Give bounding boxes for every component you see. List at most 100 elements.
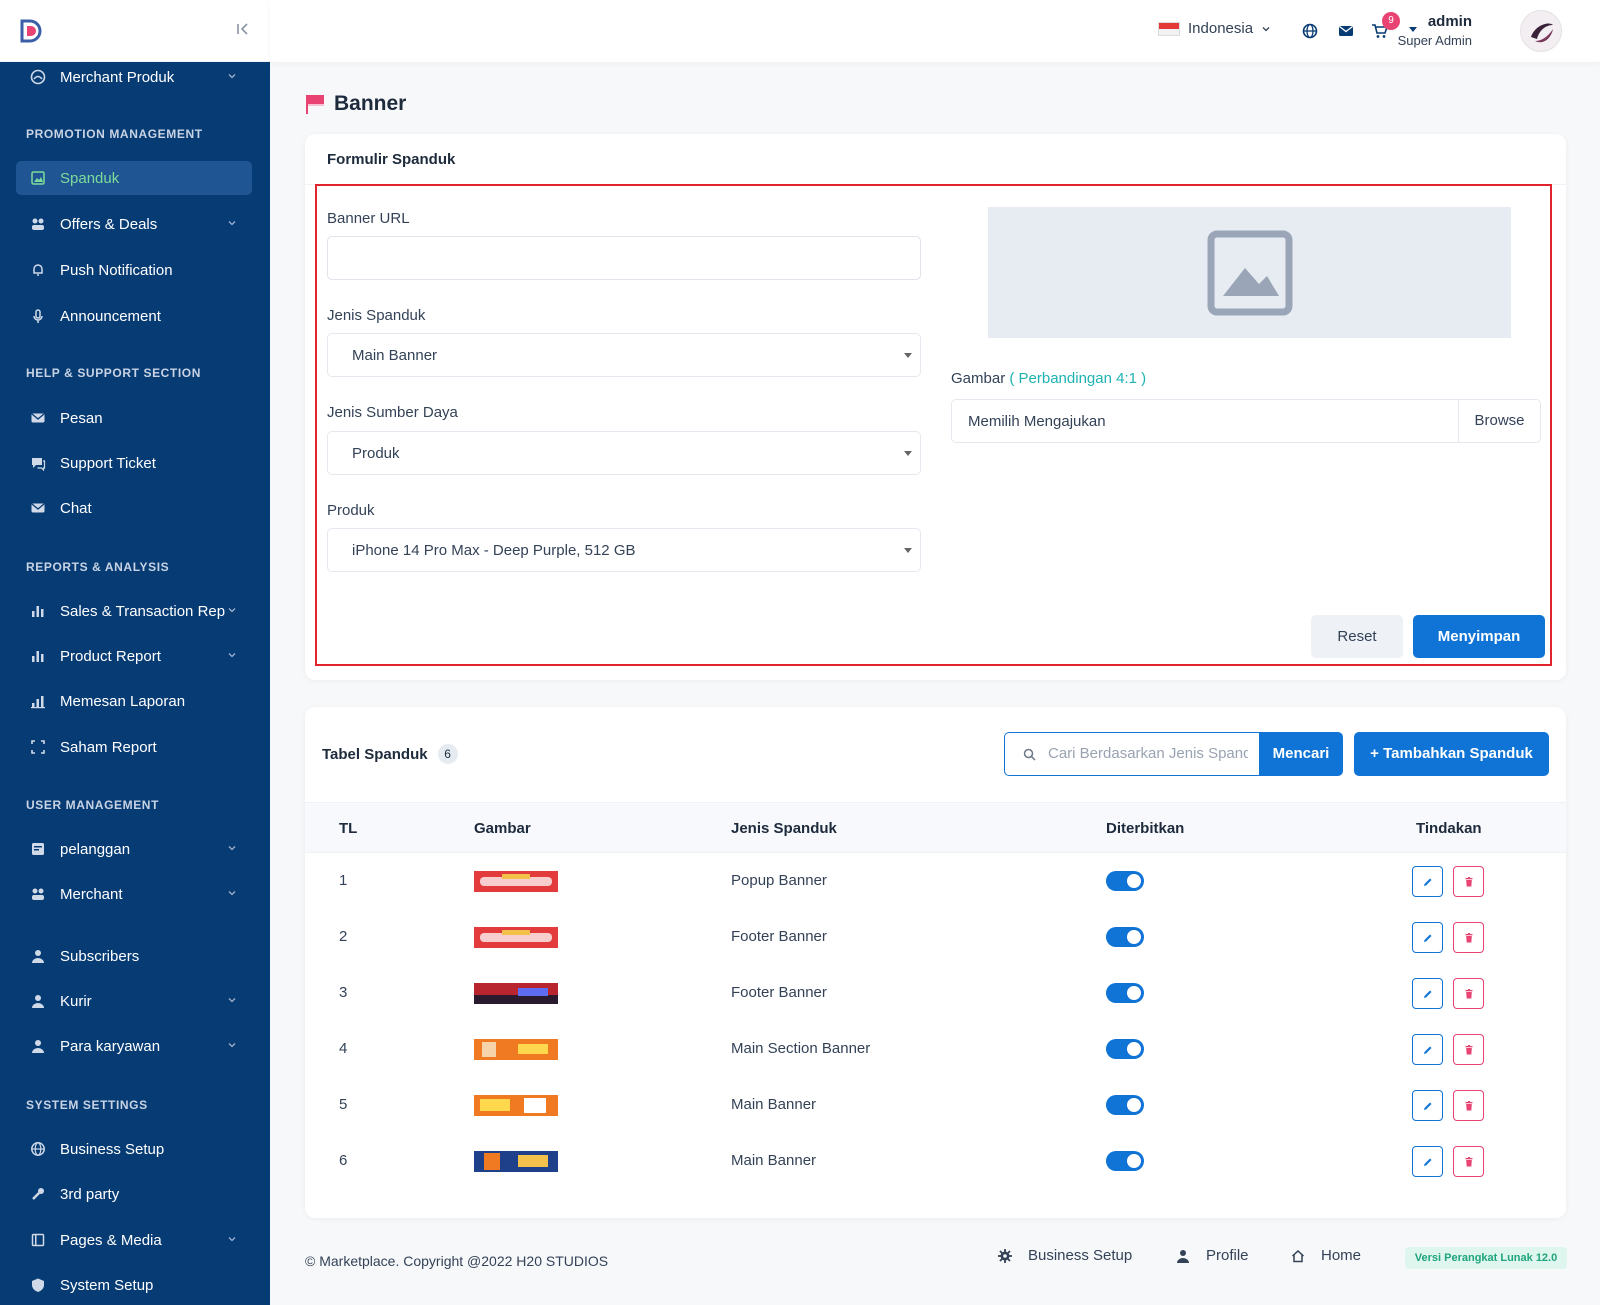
edit-button[interactable] [1412, 866, 1443, 897]
tool-icon [30, 1186, 46, 1202]
sidebar-item-product-report[interactable]: Product Report [16, 639, 252, 673]
row-banner-type: Footer Banner [731, 928, 827, 945]
column-header: Jenis Spanduk [731, 820, 837, 837]
banner-table-card: Tabel Spanduk 6 Mencari + Tambahkan Span… [305, 707, 1566, 1218]
edit-button[interactable] [1412, 978, 1443, 1009]
search-icon [1023, 748, 1036, 761]
sumber-daya-select[interactable]: Produk [327, 431, 921, 475]
sidebar-item-subscribers[interactable]: Subscribers [16, 939, 252, 973]
count-badge: 6 [437, 744, 458, 764]
delete-button[interactable] [1453, 978, 1484, 1009]
reset-button[interactable]: Reset [1311, 615, 1403, 658]
copyright-text: © Marketplace. Copyright @2022 H20 STUDI… [305, 1253, 609, 1269]
sidebar-item-chat[interactable]: Chat [16, 491, 252, 525]
published-toggle[interactable] [1106, 871, 1144, 891]
mail-icon[interactable] [1336, 21, 1356, 41]
sidebar-item-label: Chat [60, 499, 92, 517]
user-name[interactable]: admin [1400, 13, 1472, 30]
logo-icon[interactable] [18, 18, 44, 44]
sidebar-item-para-karyawan[interactable]: Para karyawan [16, 1029, 252, 1063]
sidebar-item-business-setup[interactable]: Business Setup [16, 1132, 252, 1166]
published-toggle[interactable] [1106, 1151, 1144, 1171]
delete-button[interactable] [1453, 1034, 1484, 1065]
sidebar-item-kurir[interactable]: Kurir [16, 984, 252, 1018]
form-card-title: Formulir Spanduk [327, 151, 456, 168]
avatar[interactable] [1520, 10, 1562, 52]
edit-button[interactable] [1412, 1034, 1443, 1065]
sidebar-item-spanduk[interactable]: Spanduk [16, 161, 252, 195]
gambar-ratio: ( Perbandingan 4:1 ) [1009, 370, 1147, 387]
delete-button[interactable] [1453, 1090, 1484, 1121]
delete-button[interactable] [1453, 1146, 1484, 1177]
table-row: 1 Popup Banner [305, 853, 1566, 909]
offers-icon [30, 216, 46, 232]
sidebar-item-merchant-produk[interactable]: Merchant Produk [16, 60, 252, 94]
sidebar-item-label: Merchant [60, 885, 123, 903]
search-input[interactable] [1048, 745, 1248, 762]
sidebar-item-pelanggan[interactable]: pelanggan [16, 832, 252, 866]
sidebar-item-sales-transaction-report[interactable]: Sales & Transaction Rep [16, 594, 252, 628]
sidebar-item-merchant[interactable]: Merchant [16, 877, 252, 911]
caret-down-icon [904, 548, 912, 553]
footer-link-profile[interactable]: Profile [1176, 1247, 1249, 1264]
sidebar-section-title: SYSTEM SETTINGS [26, 1098, 148, 1112]
sidebar-item-label: Para karyawan [60, 1037, 161, 1055]
footer-link-home[interactable]: Home [1291, 1247, 1361, 1264]
globe-icon[interactable] [1300, 21, 1320, 41]
produk-label: Produk [327, 502, 375, 519]
footer-link-business-setup[interactable]: Business Setup [998, 1247, 1132, 1264]
delete-button[interactable] [1453, 922, 1484, 953]
sidebar-section-title: USER MANAGEMENT [26, 798, 160, 812]
row-banner-type: Main Section Banner [731, 1040, 871, 1057]
chevron-down-icon [228, 1237, 236, 1242]
published-toggle[interactable] [1106, 983, 1144, 1003]
sidebar-item-offers-deals[interactable]: Offers & Deals [16, 207, 252, 241]
banner-url-input[interactable] [327, 236, 921, 280]
sidebar-item-3rd-party[interactable]: 3rd party [16, 1177, 252, 1211]
sidebar-item-memesan-laporan[interactable]: Memesan Laporan [16, 684, 252, 718]
sidebar-item-push-notification[interactable]: Push Notification [16, 253, 252, 287]
edit-button[interactable] [1412, 1146, 1443, 1177]
merchant-icon [30, 69, 46, 85]
search-button[interactable]: Mencari [1259, 732, 1343, 776]
chevron-down-icon [228, 221, 236, 226]
footer-link-label: Business Setup [1028, 1247, 1133, 1264]
footer-link-label: Profile [1206, 1247, 1249, 1264]
edit-button[interactable] [1412, 922, 1443, 953]
published-toggle[interactable] [1106, 1095, 1144, 1115]
add-banner-button[interactable]: + Tambahkan Spanduk [1354, 732, 1549, 776]
delete-button[interactable] [1453, 866, 1484, 897]
pencil-icon [1423, 990, 1431, 998]
edit-button[interactable] [1412, 1090, 1443, 1121]
mic-icon [30, 308, 46, 324]
sidebar-item-support-ticket[interactable]: Support Ticket [16, 446, 252, 480]
sidebar-item-label: Sales & Transaction Rep [60, 602, 226, 620]
sumber-daya-value: Produk [352, 445, 400, 462]
sidebar-item-label: Merchant Produk [60, 68, 175, 86]
column-header: TL [339, 820, 358, 837]
row-banner-type: Main Banner [731, 1152, 817, 1169]
save-button[interactable]: Menyimpan [1413, 615, 1545, 658]
user-icon [30, 1038, 46, 1054]
chevron-down-icon [228, 846, 236, 851]
sidebar-item-pages-media[interactable]: Pages & Media [16, 1223, 252, 1257]
browse-button[interactable]: Browse [1458, 400, 1540, 442]
sidebar-section-title: PROMOTION MANAGEMENT [26, 127, 203, 141]
published-toggle[interactable] [1106, 1039, 1144, 1059]
language-label: Indonesia [1188, 20, 1254, 37]
collapse-sidebar-icon[interactable] [236, 20, 250, 41]
sidebar-item-pesan[interactable]: Pesan [16, 401, 252, 435]
published-toggle[interactable] [1106, 927, 1144, 947]
user-icon [30, 993, 46, 1009]
sidebar-item-announcement[interactable]: Announcement [16, 299, 252, 333]
file-input[interactable]: Memilih Mengajukan Browse [951, 399, 1541, 443]
language-selector[interactable]: Indonesia [1158, 20, 1271, 37]
table-title-text: Tabel Spanduk [322, 745, 428, 763]
sidebar-item-saham-report[interactable]: Saham Report [16, 730, 252, 764]
produk-select[interactable]: iPhone 14 Pro Max - Deep Purple, 512 GB [327, 528, 921, 572]
table-row: 2 Footer Banner [305, 909, 1566, 965]
sidebar-item-system-setup[interactable]: System Setup [16, 1268, 252, 1302]
table-row: 6 Main Banner [305, 1133, 1566, 1189]
version-badge: Versi Perangkat Lunak 12.0 [1405, 1247, 1567, 1269]
jenis-spanduk-select[interactable]: Main Banner [327, 333, 921, 377]
